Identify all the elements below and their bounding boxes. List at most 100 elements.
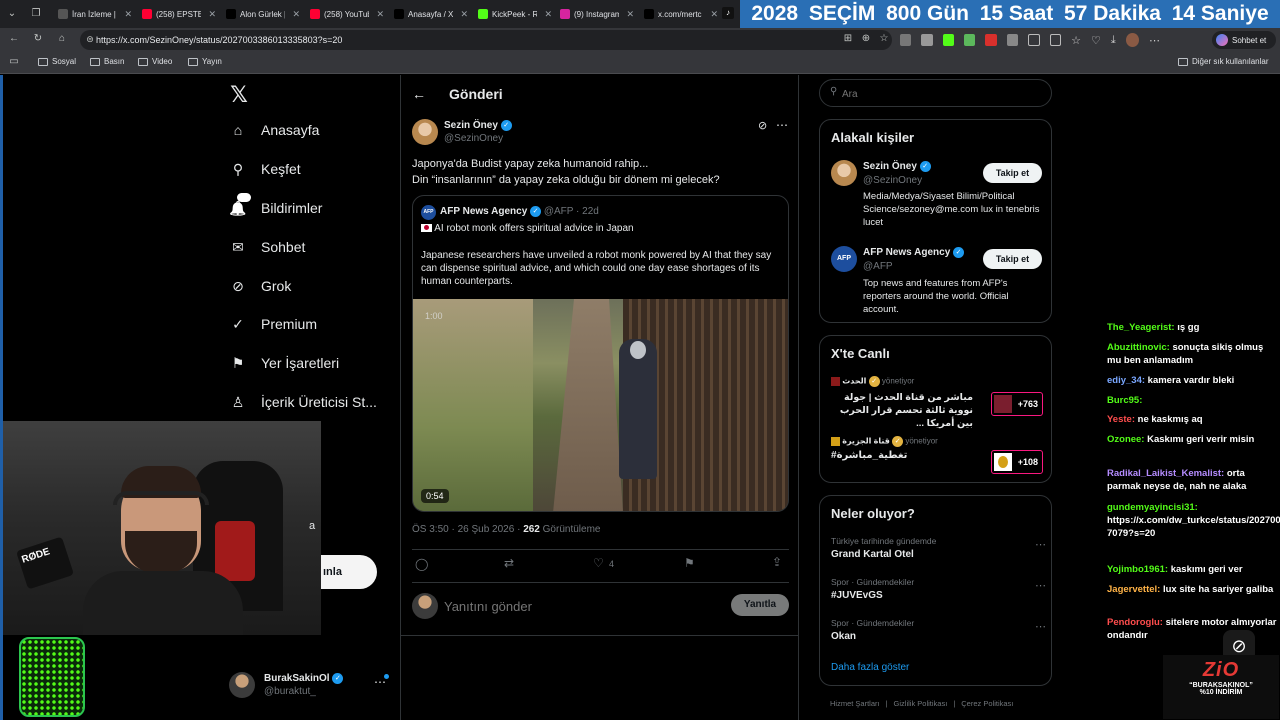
tab-close-icon[interactable]: ✕ — [544, 9, 552, 20]
share-icon[interactable]: ⇪ — [772, 555, 782, 569]
reply-button[interactable]: Yanıtla — [731, 594, 789, 616]
avatar[interactable] — [831, 160, 857, 186]
extension-icon[interactable] — [964, 34, 976, 46]
favorites-icon[interactable]: ☆ — [1071, 34, 1081, 47]
search-box[interactable]: ⚲ — [819, 79, 1052, 107]
chat-username[interactable]: The_Yeagerist: — [1107, 322, 1175, 333]
author-name[interactable]: Sezin Öney — [444, 120, 498, 131]
live-item[interactable]: الحدث ✓ yönetiyor مباشر من قناة الحدث | … — [831, 374, 1046, 429]
kick-extension-icon[interactable] — [942, 34, 955, 46]
trend-item[interactable]: Spor · Gündemdekiler #JUVEvGS ⋯ — [831, 577, 1046, 607]
trend-item[interactable]: Türkiye tarihinde gündemde Grand Kartal … — [831, 536, 1046, 566]
chat-username[interactable]: ediy_34: — [1107, 375, 1145, 386]
tab-close-icon[interactable]: ✕ — [292, 9, 300, 20]
tiktok-tab-icon[interactable]: ♪ — [722, 7, 734, 19]
chat-username[interactable]: Jagervettel: — [1107, 584, 1160, 595]
browser-tab[interactable]: Alon Gürlek | ✕ — [222, 4, 304, 24]
back-icon[interactable]: ← — [8, 33, 20, 45]
browser-tab[interactable]: Anasayfa / X ✕ — [390, 4, 472, 24]
follow-button[interactable]: Takip et — [983, 249, 1042, 269]
extension-icon[interactable] — [900, 34, 912, 46]
reload-icon[interactable]: ↻ — [32, 33, 44, 45]
grok-explain-icon[interactable]: ⊘ — [758, 119, 767, 132]
bookmark-folder-video[interactable]: Video — [138, 57, 172, 66]
nav-item-grok[interactable]: ⊘ Grok — [229, 277, 291, 295]
extension-icon[interactable] — [921, 34, 933, 46]
browser-tab[interactable]: (258) YouTub ✕ — [306, 4, 388, 24]
afp-logo-icon[interactable]: AFP — [831, 246, 857, 272]
chat-username[interactable]: gundemyayincisi31: — [1107, 502, 1198, 513]
reply-icon[interactable]: ◯ — [415, 557, 428, 571]
tab-close-icon[interactable]: ✕ — [124, 9, 132, 20]
more-icon[interactable]: ⋯ — [1149, 34, 1160, 47]
tab-close-icon[interactable]: ✕ — [460, 9, 468, 20]
post-timestamp[interactable]: ÖS 3:50 · 26 Şub 2026 · — [412, 524, 520, 535]
bookmark-post-icon[interactable]: ⚑ — [684, 556, 695, 570]
tab-close-icon[interactable]: ✕ — [626, 9, 634, 20]
extension-icon[interactable] — [985, 34, 997, 46]
profile-avatar[interactable] — [1125, 33, 1139, 47]
nav-item-bookmark[interactable]: ⚑ Yer İşaretleri — [229, 354, 339, 372]
account-switcher[interactable]: BurakSakinOl ✓ @buraktut_ ⋯ — [229, 671, 391, 699]
related-name[interactable]: AFP News Agency — [863, 247, 950, 258]
chat-username[interactable]: Abuzittinovic: — [1107, 342, 1170, 353]
x-logo-icon[interactable]: 𝕏 — [227, 83, 251, 107]
bookmark-folder-basin[interactable]: Basın — [90, 57, 124, 66]
search-input[interactable] — [842, 86, 1042, 102]
author-handle[interactable]: @SezinOney — [444, 133, 503, 144]
nav-item-bell[interactable]: 🔔 10 Bildirimler — [229, 193, 322, 217]
related-name[interactable]: Sezin Öney — [863, 161, 917, 172]
browser-tab[interactable]: KickPeek - R ✕ — [474, 4, 556, 24]
reply-input[interactable] — [444, 596, 704, 616]
tab-close-icon[interactable]: ✕ — [208, 9, 216, 20]
nav-item-home[interactable]: ⌂ Anasayfa — [229, 121, 320, 139]
repost-icon[interactable]: ⇄ — [504, 556, 514, 570]
bookmark-folder-yayin[interactable]: Yayın — [188, 57, 222, 66]
download-icon[interactable]: ⤓ — [1111, 34, 1116, 47]
other-bookmarks[interactable]: Diğer sık kullanılanlar — [1178, 57, 1268, 66]
tab-close-icon[interactable]: ✕ — [376, 9, 384, 20]
zoom-icon[interactable]: ⊕ — [860, 33, 872, 45]
back-arrow-icon[interactable]: ← — [412, 86, 426, 102]
home-browser-icon[interactable]: ⌂ — [56, 33, 68, 45]
footer-link[interactable]: Çerez Politikası — [961, 699, 1013, 708]
post-more-icon[interactable]: ⋯ — [776, 118, 788, 132]
trend-item[interactable]: Spor · Gündemdekiler Okan ⋯ — [831, 618, 1046, 648]
tab-close-icon[interactable]: ✕ — [710, 9, 718, 20]
nav-item-search[interactable]: ⚲ Keşfet — [229, 160, 301, 178]
url-bar[interactable]: https://x.com/SezinOney/status/202700338… — [80, 30, 892, 50]
split-view-icon[interactable] — [1049, 34, 1062, 46]
nav-item-premium[interactable]: ✓ Premium — [229, 315, 317, 333]
browser-tab[interactable]: (258) EPSTEIN✕ — [138, 4, 220, 24]
browser-tab[interactable]: İran İzleme | ✕ — [54, 4, 136, 24]
chat-username[interactable]: Yojimbo1961: — [1107, 564, 1168, 575]
tab-search-icon[interactable]: ⌄ — [6, 8, 18, 20]
footer-link[interactable]: Gizlilik Politikası — [894, 699, 948, 708]
like-icon[interactable]: ♡ — [593, 556, 604, 570]
live-item[interactable]: قناة الجزيرة ✓ yönetiyor #تغطية_مباشرة +… — [831, 434, 1046, 478]
chat-username[interactable]: Burc95: — [1107, 395, 1142, 406]
nav-item-mail[interactable]: ✉ Sohbet — [229, 238, 305, 256]
show-more-link[interactable]: Daha fazla göster — [831, 662, 909, 673]
author-avatar[interactable] — [412, 119, 438, 145]
tab-groups-icon[interactable]: ❐ — [30, 8, 42, 20]
chat-username[interactable]: Radikal_Laikist_Kemalist: — [1107, 468, 1224, 479]
site-info-icon[interactable]: ⊜ — [84, 33, 96, 45]
trend-more-icon[interactable]: ⋯ — [1035, 579, 1046, 592]
browser-tab[interactable]: (9) Instagram ✕ — [556, 4, 638, 24]
extension-icon[interactable] — [1006, 34, 1019, 46]
browser-tab[interactable]: x.com/mertc ✕ — [640, 4, 722, 24]
chat-username[interactable]: Pendoroglu: — [1107, 617, 1163, 628]
puzzle-icon[interactable] — [1028, 34, 1040, 46]
sidebar-toggle-icon[interactable]: ▭ — [8, 56, 20, 68]
nav-more-partial[interactable]: a — [309, 520, 315, 532]
chat-username[interactable]: Ozonee: — [1107, 434, 1144, 445]
trend-more-icon[interactable]: ⋯ — [1035, 620, 1046, 633]
chat-username[interactable]: Yeste: — [1107, 414, 1135, 425]
post-button-partial[interactable]: ınla — [321, 555, 377, 589]
copilot-chat-button[interactable]: Sohbet et — [1212, 31, 1276, 49]
heart-icon[interactable]: ♡ — [1091, 34, 1101, 47]
nav-item-creator[interactable]: ♙ İçerik Üreticisi St... — [229, 393, 377, 411]
footer-link[interactable]: Hizmet Şartları — [830, 699, 880, 708]
bookmark-star-icon[interactable]: ☆ — [878, 33, 890, 45]
